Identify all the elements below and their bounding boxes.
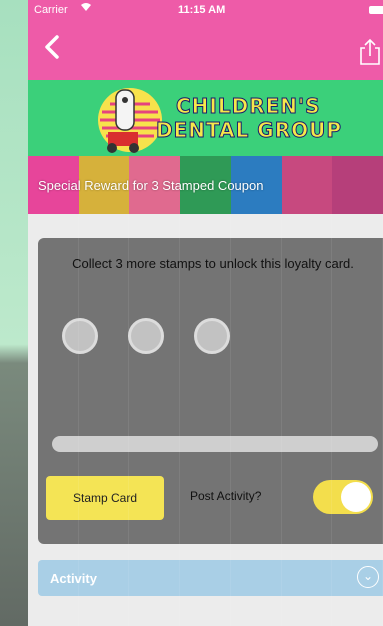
stamp-progress-bar [52,436,378,452]
toggle-knob [341,482,371,512]
collect-message: Collect 3 more stamps to unlock this loy… [72,256,354,271]
app-screen: Carrier 11:15 AM CHILDREN'S DENTAL GROUP… [28,0,383,626]
brand-logo-bar: CHILDREN'S DENTAL GROUP [28,80,383,156]
wifi-icon [80,2,92,15]
post-activity-label: Post Activity? [190,489,262,503]
status-bar: Carrier 11:15 AM [28,0,383,22]
stamp-card-button[interactable]: Stamp Card [46,476,164,520]
activity-section-header[interactable]: Activity ⌄ [38,560,383,596]
stamp-slot-1 [62,318,98,354]
logo-mascot-image [98,88,162,153]
navigation-bar [28,22,383,80]
loyalty-card: Collect 3 more stamps to unlock this loy… [38,238,383,544]
post-activity-toggle[interactable] [313,480,373,514]
status-time: 11:15 AM [178,4,226,16]
logo-line1: CHILDREN'S [176,94,321,119]
stamp-slot-3 [194,318,230,354]
back-button[interactable] [42,34,72,66]
content-area: Collect 3 more stamps to unlock this loy… [28,214,383,626]
banner-stripe [332,156,383,214]
carrier-label: Carrier [34,4,68,16]
stamp-slot-2 [128,318,164,354]
chevron-left-icon [45,35,59,59]
reward-banner: Special Reward for 3 Stamped Coupon [28,156,383,214]
chevron-down-icon: ⌄ [357,566,379,588]
logo-line2: DENTAL GROUP [156,118,342,143]
activity-label: Activity [50,571,97,586]
battery-icon [369,6,383,14]
share-icon [360,38,380,65]
share-button[interactable] [357,38,383,66]
reward-title: Special Reward for 3 Stamped Coupon [38,178,264,193]
banner-stripe [281,156,333,214]
